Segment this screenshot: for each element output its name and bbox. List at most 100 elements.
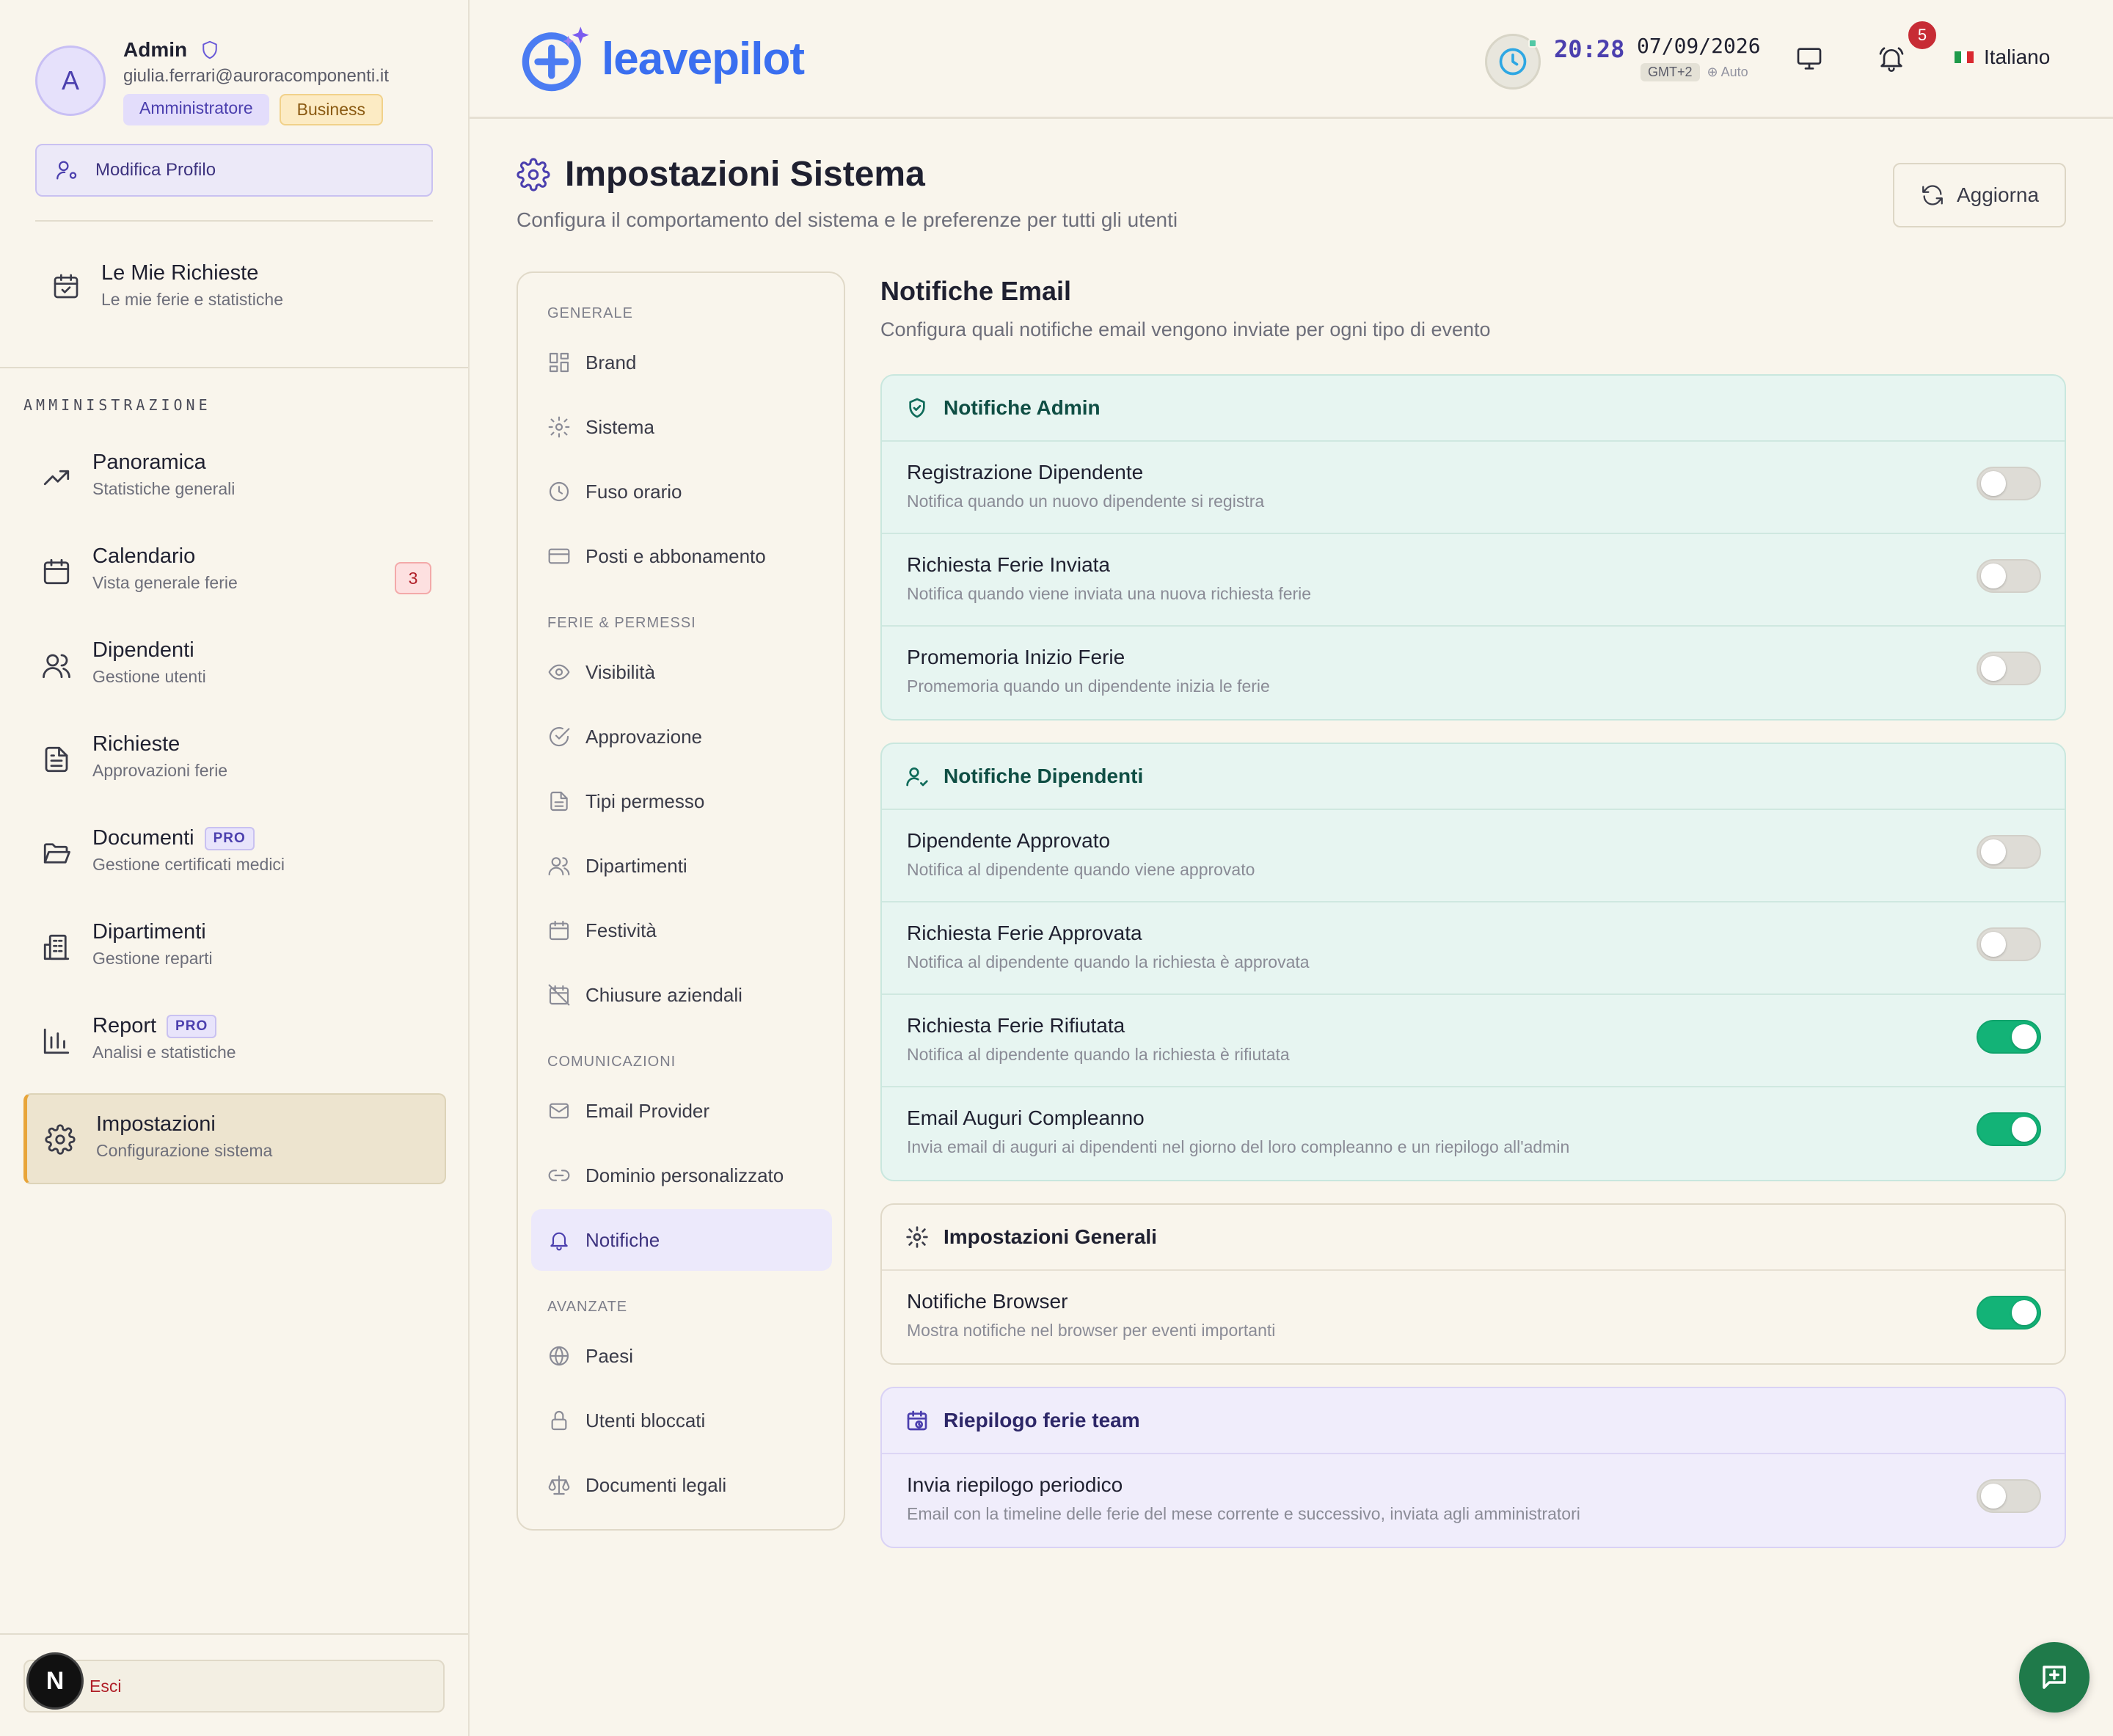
settings-item-label: Paesi [585,1344,634,1367]
nav-title: Documenti [92,826,194,850]
gear-icon [517,157,550,192]
settings-item-chiusure-aziendali[interactable]: Chiusure aziendali [531,964,832,1026]
setting-title: Invia riepilogo periodico [907,1473,1123,1496]
sidebar-item-impostazioni[interactable]: Impostazioni Configurazione sistema [23,1093,446,1184]
card-title: Riepilogo ferie team [944,1409,1140,1432]
refresh-button[interactable]: Aggiorna [1893,163,2066,227]
nav-subtitle: Statistiche generali [92,479,236,498]
logout-button[interactable]: Esci [23,1660,445,1713]
richiesta-ferie-inviata-toggle[interactable] [1977,559,2041,593]
monitor-icon[interactable] [1795,44,1824,73]
clock-button[interactable] [1485,34,1541,90]
settings-item-paesi[interactable]: Paesi [531,1325,832,1387]
settings-item-festivita[interactable]: Festività [531,900,832,961]
logo-plus-icon [522,26,589,92]
team-summary-card: Riepilogo ferie team Invia riepilogo per… [880,1387,2066,1548]
setting-title: Dipendente Approvato [907,829,1111,852]
sidebar-item-documenti[interactable]: Documenti PRO Gestione certificati medici [23,809,446,902]
sidebar-item-dipartimenti[interactable]: Dipartimenti Gestione reparti [23,902,446,996]
setting-row: Dipendente Approvato Notifica al dipende… [882,810,2065,902]
setting-description: Promemoria quando un dipendente inizia l… [907,676,1270,696]
setting-description: Notifica al dipendente quando la richies… [907,952,1310,971]
promemoria-inizio-ferie-toggle[interactable] [1977,652,2041,685]
notifiche-browser-toggle[interactable] [1977,1296,2041,1330]
sidebar-item-richieste[interactable]: Richieste Approvazioni ferie [23,715,446,809]
settings-item-notifiche[interactable]: Notifiche [531,1209,832,1271]
sidebar-item-report[interactable]: Report PRO Analisi e statistiche [23,996,446,1090]
bell-icon [550,1232,568,1251]
shield-icon [202,40,217,59]
pro-badge: PRO [204,826,255,850]
settings-item-fuso-orario[interactable]: Fuso orario [531,461,832,522]
nav-subtitle: Gestione certificati medici [92,855,285,874]
card-title: Impostazioni Generali [944,1225,1157,1248]
admin-notifications-card: Notifiche Admin Registrazione Dipendente… [880,374,2066,721]
setting-row: Notifiche Browser Mostra notifiche nel b… [882,1271,2065,1363]
setting-description: Invia email di auguri ai dipendenti nel … [907,1137,1570,1156]
section-title: Notifiche Email [880,276,1072,306]
nav-title: Richieste [92,732,180,756]
eye-icon [548,664,570,680]
pro-badge: PRO [167,1014,217,1038]
setting-description: Notifica quando viene inviata una nuova … [907,584,1312,603]
folder-open-icon [43,843,70,864]
profile-name: Admin [123,38,221,62]
edit-profile-label: Modifica Profilo [95,160,216,180]
settings-item-visibilita[interactable]: Visibilità [531,641,832,703]
settings-item-dipartimenti[interactable]: Dipartimenti [531,835,832,897]
clock-icon [549,481,569,502]
settings-item-sistema[interactable]: Sistema [531,396,832,458]
calendar-icon [43,558,70,585]
calendar-clock-icon [907,1410,927,1431]
settings-item-label: Email Provider [585,1099,710,1122]
sidebar-item-calendario[interactable]: Calendario Vista generale ferie 3 [23,527,446,621]
edit-profile-button[interactable]: Modifica Profilo [35,144,433,197]
sidebar-item-dipendenti[interactable]: Dipendenti Gestione utenti [23,621,446,715]
timezone-info: GMT+2 ⊕ Auto [1641,63,1748,81]
sidebar-item-panoramica[interactable]: Panoramica Statistiche generali [23,433,446,527]
next-dev-badge[interactable]: N [26,1652,84,1710]
settings-item-tipi-permesso[interactable]: Tipi permesso [531,770,832,832]
gear-icon [45,1124,76,1155]
app-logo[interactable]: leavepilot [518,21,805,97]
shield-check-icon [909,398,925,418]
feedback-chat-button[interactable] [2019,1642,2090,1713]
nav-subtitle: Approvazioni ferie [92,761,228,780]
language-selector[interactable]: Italiano [1955,45,2050,69]
avatar[interactable]: A [35,45,106,116]
nav-title: Impostazioni [96,1112,216,1136]
sidebar-item-my-requests[interactable]: Le Mie Richieste Le mie ferie e statisti… [51,261,283,310]
sidebar: A Admin giulia.ferrari@auroracomponenti.… [0,0,470,1736]
settings-item-utenti-bloccati[interactable]: Utenti bloccati [531,1390,832,1451]
file-text-icon [550,791,568,812]
settings-section-label: AVANZATE [547,1299,628,1315]
settings-item-approvazione[interactable]: Approvazione [531,706,832,767]
card-title: Notifiche Admin [944,396,1101,419]
setting-title: Registrazione Dipendente [907,461,1144,484]
bell-icon[interactable] [1877,44,1906,73]
calendar-check-icon [54,274,79,299]
card-header: Notifiche Admin [882,376,2065,442]
user-check-icon [906,767,928,787]
nav-title: Calendario [92,544,196,568]
settings-item-dominio-personalizzato[interactable]: Dominio personalizzato [531,1145,832,1206]
invia-riepilogo-periodico-toggle[interactable] [1977,1479,2041,1513]
registrazione-dipendente-toggle[interactable] [1977,467,2041,500]
settings-item-posti-abbonamento[interactable]: Posti e abbonamento [531,525,832,587]
settings-nav: GENERALE Brand Sistema Fuso orario Posti… [517,271,845,1531]
italy-flag-icon [1955,51,1974,63]
richiesta-ferie-approvata-toggle[interactable] [1977,927,2041,961]
richiesta-ferie-rifiutata-toggle[interactable] [1977,1020,2041,1054]
setting-row: Registrazione Dipendente Notifica quando… [882,442,2065,534]
dipendente-approvato-toggle[interactable] [1977,835,2041,869]
setting-row: Richiesta Ferie Inviata Notifica quando … [882,534,2065,627]
settings-item-email-provider[interactable]: Email Provider [531,1080,832,1142]
email-auguri-compleanno-toggle[interactable] [1977,1112,2041,1146]
setting-row: Email Auguri Compleanno Invia email di a… [882,1087,2065,1180]
settings-item-label: Visibilità [585,660,655,683]
settings-item-brand[interactable]: Brand [531,332,832,393]
settings-item-documenti-legali[interactable]: Documenti legali [531,1454,832,1516]
bar-chart-icon [43,1028,70,1054]
building-icon [43,934,70,960]
setting-title: Notifiche Browser [907,1290,1068,1313]
